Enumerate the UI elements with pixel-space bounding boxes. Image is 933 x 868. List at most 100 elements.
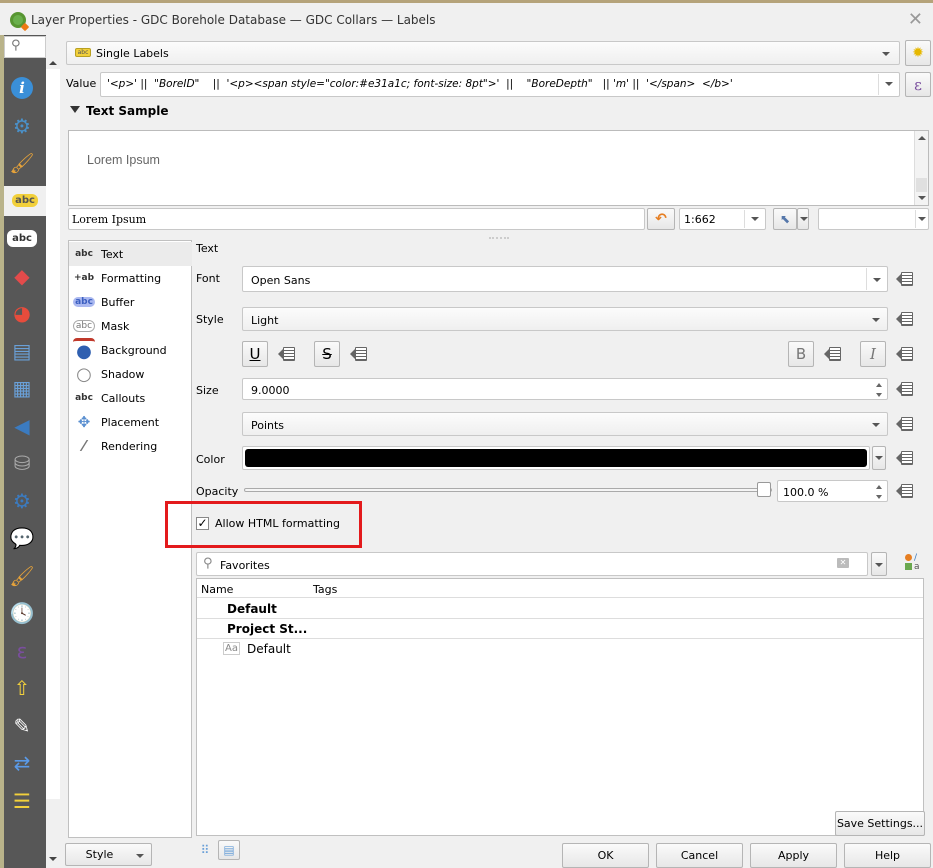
sidebar-item-temporal[interactable]: 🕓 — [6, 598, 38, 628]
nav-item-shadow[interactable]: ○ Shadow — [69, 362, 192, 386]
allow-html-label[interactable]: Allow HTML formatting — [215, 517, 340, 530]
sidebar-item-auxiliary-storage[interactable]: ⛁ — [6, 448, 38, 478]
pick-scale-dropdown[interactable] — [797, 208, 809, 230]
data-defined-override-icon[interactable] — [278, 346, 296, 362]
data-defined-override-icon[interactable] — [896, 416, 914, 432]
save-settings-button[interactable]: Save Settings... — [835, 811, 925, 836]
style-dropdown[interactable] — [866, 309, 886, 329]
column-tags[interactable]: Tags — [313, 583, 337, 596]
strikeout-button[interactable]: S — [314, 341, 340, 367]
data-defined-override-icon[interactable] — [896, 450, 914, 466]
bgcolor-dropdown[interactable] — [915, 210, 927, 228]
sidebar-item-masks[interactable]: abc — [6, 223, 38, 253]
nav-item-placement[interactable]: ✥ Placement — [69, 410, 192, 434]
preview-scrollbar[interactable] — [914, 131, 928, 205]
clear-search-icon[interactable]: ✕ — [837, 558, 849, 568]
opacity-slider-handle[interactable] — [757, 482, 771, 497]
allow-html-checkbox[interactable]: ✓ — [196, 517, 209, 530]
sidebar-scrollbar[interactable] — [46, 57, 60, 868]
unit-dropdown[interactable] — [866, 414, 886, 434]
collapse-arrow-icon[interactable] — [70, 106, 80, 113]
scroll-up-icon[interactable] — [918, 136, 926, 140]
sidebar-item-diagrams[interactable]: ◕ — [6, 298, 38, 328]
close-icon[interactable]: ✕ — [908, 9, 923, 30]
opacity-slider[interactable] — [244, 482, 772, 497]
scroll-down-icon[interactable] — [49, 857, 57, 861]
value-expression-input[interactable]: '<p>' || "BoreID" || '<p><span style="co… — [100, 72, 900, 97]
scale-select[interactable]: 1:662 — [679, 208, 766, 230]
spin-arrows-icon[interactable] — [875, 382, 885, 398]
scroll-thumb[interactable] — [916, 178, 927, 192]
bold-button[interactable]: B — [788, 341, 814, 367]
style-menu-button[interactable]: Style — [65, 843, 152, 866]
column-name[interactable]: Name — [201, 583, 233, 596]
nav-item-background[interactable]: ● Background — [69, 338, 192, 362]
size-spinbox[interactable]: 9.0000 — [242, 378, 888, 400]
font-dropdown[interactable] — [866, 268, 886, 290]
sidebar-item-metadata[interactable]: ✎ — [6, 711, 38, 741]
sidebar-item-attributes-form[interactable]: ▦ — [6, 373, 38, 403]
sidebar-item-information[interactable]: i — [6, 73, 38, 103]
nav-item-formatting[interactable]: +ab Formatting — [69, 266, 192, 290]
sidebar-item-variables[interactable]: ε — [6, 636, 38, 666]
nav-item-callouts[interactable]: abc Callouts — [69, 386, 192, 410]
spin-arrows-icon[interactable] — [875, 484, 885, 500]
scroll-up-icon[interactable] — [49, 61, 57, 65]
scroll-down-icon[interactable] — [918, 196, 926, 200]
data-defined-override-icon[interactable] — [896, 311, 914, 327]
data-defined-override-icon[interactable] — [896, 271, 914, 287]
expression-dropdown[interactable] — [878, 74, 898, 95]
text-sample-header[interactable]: Text Sample — [86, 104, 168, 118]
sidebar-item-symbology[interactable]: 🖌 — [6, 148, 38, 178]
pick-scale-button[interactable]: ⬉ — [773, 208, 797, 230]
apply-button[interactable]: Apply — [750, 843, 837, 868]
sample-text-input[interactable]: Lorem Ipsum — [68, 208, 645, 230]
nav-item-rendering[interactable]: ⁄ Rendering — [69, 434, 192, 458]
sidebar-item-fields[interactable]: ▤ — [6, 336, 38, 366]
list-view-button[interactable]: ▤ — [218, 840, 240, 860]
cancel-button[interactable]: Cancel — [656, 843, 743, 868]
search-options-dropdown[interactable] — [871, 552, 887, 576]
nav-item-text[interactable]: abc Text — [69, 242, 192, 266]
size-unit-select[interactable]: Points — [242, 412, 888, 436]
sidebar-item-labels[interactable]: abc — [4, 185, 46, 216]
tree-row[interactable]: Aa Default — [197, 639, 923, 659]
style-select[interactable]: Light — [242, 307, 888, 331]
tree-row[interactable]: Default — [197, 599, 923, 619]
sidebar-item-source[interactable]: ⚙ — [6, 111, 38, 141]
ok-button[interactable]: OK — [562, 843, 649, 868]
icon-view-button[interactable]: ⠿ — [196, 841, 214, 859]
color-dropdown[interactable] — [872, 446, 886, 470]
italic-button[interactable]: I — [860, 341, 886, 367]
style-search-input[interactable]: ⚲ Favorites ✕ — [196, 552, 868, 576]
splitter-handle[interactable] — [489, 237, 509, 239]
background-color-select[interactable] — [818, 208, 929, 230]
expression-builder-button[interactable]: ε — [905, 72, 931, 97]
sidebar-item-3d-view[interactable]: ◆ — [6, 261, 38, 291]
underline-button[interactable]: U — [242, 341, 268, 367]
data-defined-override-icon[interactable] — [350, 346, 368, 362]
nav-item-mask[interactable]: abc Mask — [69, 314, 192, 338]
opacity-spinbox[interactable]: 100.0 % — [777, 480, 888, 502]
data-defined-override-icon[interactable] — [824, 346, 842, 362]
data-defined-override-icon[interactable] — [896, 483, 914, 499]
sidebar-item-joins[interactable]: ◀ — [6, 411, 38, 441]
sidebar-item-legend[interactable]: ☰ — [6, 786, 38, 816]
reset-sample-button[interactable]: ↶ — [647, 208, 675, 230]
scale-dropdown[interactable] — [744, 210, 764, 228]
data-defined-override-icon[interactable] — [896, 381, 914, 397]
nav-item-buffer[interactable]: abc Buffer — [69, 290, 192, 314]
scroll-track[interactable] — [46, 69, 60, 799]
sidebar-item-rendering[interactable]: 🖌 — [6, 561, 38, 591]
label-mode-select[interactable]: abc Single Labels — [66, 41, 900, 65]
rule-settings-button[interactable]: ✹ — [905, 40, 931, 66]
sidebar-search-input[interactable]: ⚲ — [4, 36, 46, 58]
style-manager-icon[interactable]: / a — [904, 553, 922, 573]
tree-row[interactable]: Project St... — [197, 619, 923, 639]
color-button[interactable] — [242, 446, 870, 470]
font-select[interactable]: Open Sans — [242, 266, 888, 292]
data-defined-override-icon[interactable] — [896, 346, 914, 362]
sidebar-item-actions[interactable]: ⚙ — [6, 486, 38, 516]
sidebar-item-display[interactable]: 💬 — [6, 523, 38, 553]
sidebar-item-dependencies[interactable]: ⇧ — [6, 673, 38, 703]
